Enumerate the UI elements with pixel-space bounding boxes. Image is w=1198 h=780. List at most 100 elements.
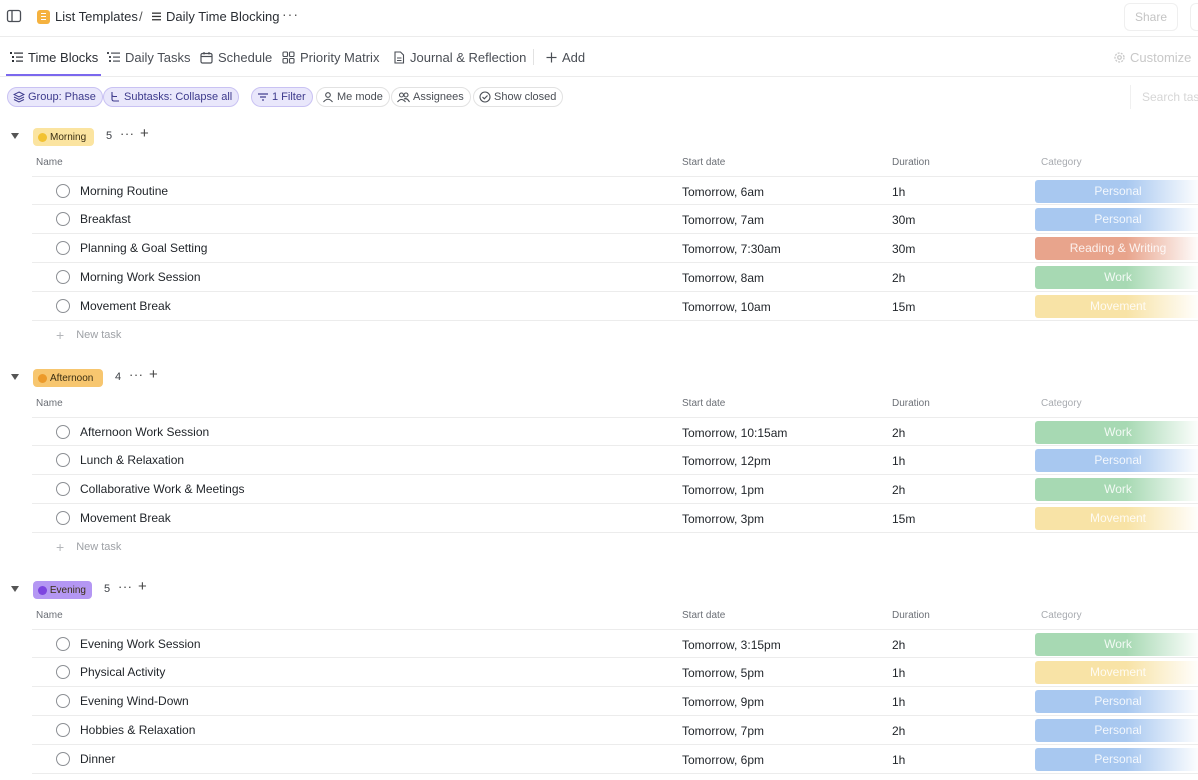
column-header-start-date[interactable]: Start date [682,398,725,409]
task-start-date[interactable]: Tomorrow, 3pm [682,512,764,526]
column-header-category[interactable]: Category [1041,398,1082,409]
task-duration[interactable]: 1h [892,753,905,767]
task-category-tag[interactable]: Personal [1035,690,1198,713]
task-start-date[interactable]: Tomorrow, 10:15am [682,426,787,440]
subtasks-chip[interactable]: Subtasks: Collapse all [103,87,240,107]
task-row[interactable]: Hobbies & Relaxation Tomorrow, 7pm 2h Perso… [32,716,1198,745]
task-row[interactable]: Morning Routine Tomorrow, 6am 1h Personal [32,176,1198,205]
task-start-date[interactable]: Tomorrow, 12pm [682,454,771,468]
tab-daily-tasks[interactable]: Daily Tasks [107,37,191,77]
group-more-icon[interactable]: ··· [118,579,133,594]
task-duration[interactable]: 1h [892,454,905,468]
task-status-circle-icon[interactable] [56,511,70,525]
task-status-circle-icon[interactable] [56,723,70,737]
task-name[interactable]: Planning & Goal Setting [80,241,207,255]
column-header-start-date[interactable]: Start date [682,610,725,621]
me-mode-chip[interactable]: Me mode [316,87,390,107]
task-start-date[interactable]: Tomorrow, 7:30am [682,242,781,256]
task-name[interactable]: Afternoon Work Session [80,425,209,439]
task-name[interactable]: Breakfast [80,212,131,226]
task-category-tag[interactable]: Personal [1035,748,1198,771]
task-name[interactable]: Morning Work Session [80,270,201,284]
column-header-name[interactable]: Name [36,610,63,621]
task-name[interactable]: Movement Break [80,299,171,313]
task-name[interactable]: Evening Work Session [80,637,201,651]
tab-journal-reflection[interactable]: Journal & Reflection [393,37,526,77]
task-row[interactable]: Movement Break Tomorrow, 3pm 15m Movement [32,504,1198,533]
task-status-circle-icon[interactable] [56,637,70,651]
task-status-circle-icon[interactable] [56,665,70,679]
task-status-circle-icon[interactable] [56,482,70,496]
task-start-date[interactable]: Tomorrow, 3:15pm [682,638,781,652]
column-header-category[interactable]: Category [1041,157,1082,168]
task-name[interactable]: Collaborative Work & Meetings [80,482,245,496]
topbar-overflow-button[interactable] [1190,3,1198,31]
task-name[interactable]: Movement Break [80,511,171,525]
sidebar-toggle-icon[interactable] [6,8,22,24]
collapse-caret-icon[interactable] [11,133,19,139]
task-category-tag[interactable]: Personal [1035,208,1198,231]
task-row[interactable]: Lunch & Relaxation Tomorrow, 12pm 1h Person… [32,446,1198,475]
customize-button[interactable]: Customize [1113,37,1191,77]
task-duration[interactable]: 2h [892,638,905,652]
share-button[interactable]: Share [1124,3,1178,31]
task-start-date[interactable]: Tomorrow, 7pm [682,724,764,738]
task-duration[interactable]: 2h [892,724,905,738]
task-row[interactable]: Afternoon Work Session Tomorrow, 10:15am 2… [32,417,1198,446]
task-start-date[interactable]: Tomorrow, 7am [682,213,764,227]
column-header-duration[interactable]: Duration [892,398,930,409]
task-category-tag[interactable]: Movement [1035,295,1198,318]
add-task-plus-icon[interactable]: + [140,125,149,142]
task-status-circle-icon[interactable] [56,453,70,467]
task-name[interactable]: Dinner [80,752,115,766]
task-duration[interactable]: 15m [892,300,915,314]
column-header-start-date[interactable]: Start date [682,157,725,168]
new-task-button[interactable]: + New task [56,325,121,345]
task-status-circle-icon[interactable] [56,752,70,766]
task-start-date[interactable]: Tomorrow, 10am [682,300,771,314]
task-status-circle-icon[interactable] [56,299,70,313]
task-status-circle-icon[interactable] [56,694,70,708]
task-start-date[interactable]: Tomorrow, 6am [682,185,764,199]
group-more-icon[interactable]: ··· [120,126,135,141]
task-duration[interactable]: 30m [892,213,915,227]
task-duration[interactable]: 30m [892,242,915,256]
task-status-circle-icon[interactable] [56,212,70,226]
assignees-chip[interactable]: Assignees [391,87,471,107]
column-header-duration[interactable]: Duration [892,610,930,621]
column-header-duration[interactable]: Duration [892,157,930,168]
task-category-tag[interactable]: Movement [1035,507,1198,530]
column-header-name[interactable]: Name [36,398,63,409]
task-category-tag[interactable]: Movement [1035,661,1198,684]
add-task-plus-icon[interactable]: + [149,366,158,383]
filter-chip[interactable]: 1 Filter [251,87,313,107]
task-name[interactable]: Physical Activity [80,665,165,679]
column-header-category[interactable]: Category [1041,610,1082,621]
add-view-button[interactable]: Add [546,37,585,77]
task-duration[interactable]: 15m [892,512,915,526]
task-row[interactable]: Evening Work Session Tomorrow, 3:15pm 2h Wo… [32,629,1198,658]
task-row[interactable]: Evening Wind-Down Tomorrow, 9pm 1h Personal [32,687,1198,716]
task-row[interactable]: Collaborative Work & Meetings Tomorrow, 1… [32,475,1198,504]
task-name[interactable]: Evening Wind-Down [80,694,189,708]
task-status-circle-icon[interactable] [56,270,70,284]
group-more-icon[interactable]: ··· [129,367,144,382]
list-more-options-icon[interactable]: ··· [282,6,299,22]
search-input[interactable]: Search tasks... [1130,85,1198,109]
tab-time-blocks[interactable]: Time Blocks [10,37,98,77]
breadcrumb-space[interactable]: List Templates [55,9,138,24]
breadcrumb-list[interactable]: Daily Time Blocking [166,9,279,24]
task-category-tag[interactable]: Reading & Writing [1035,237,1198,260]
task-status-circle-icon[interactable] [56,184,70,198]
task-name[interactable]: Lunch & Relaxation [80,453,184,467]
task-category-tag[interactable]: Work [1035,421,1198,444]
group-badge[interactable]: Afternoon [33,369,103,387]
task-row[interactable]: Breakfast Tomorrow, 7am 30m Personal [32,205,1198,234]
task-category-tag[interactable]: Work [1035,266,1198,289]
collapse-caret-icon[interactable] [11,374,19,380]
show-closed-chip[interactable]: Show closed [473,87,564,107]
task-category-tag[interactable]: Personal [1035,449,1198,472]
tab-schedule[interactable]: Schedule [200,37,272,77]
task-category-tag[interactable]: Personal [1035,180,1198,203]
task-duration[interactable]: 2h [892,483,905,497]
